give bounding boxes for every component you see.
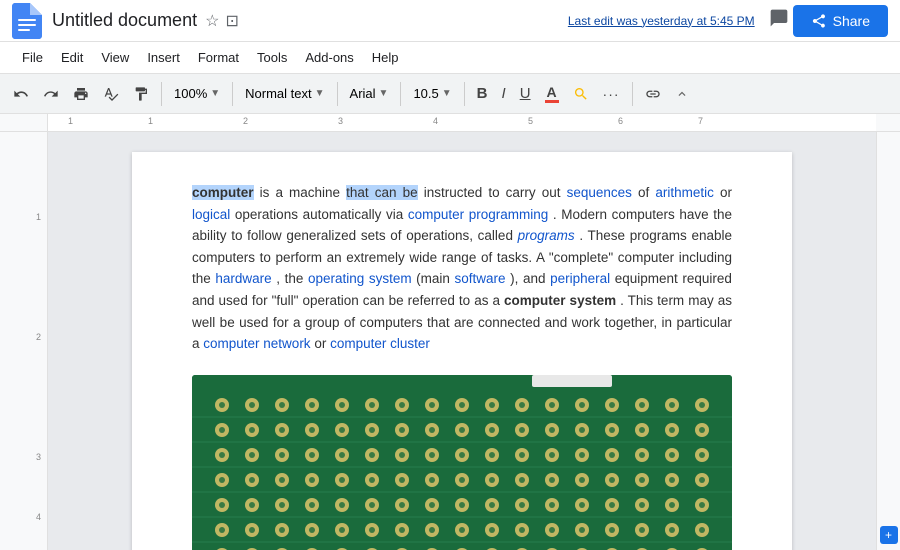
last-edit-label[interactable]: Last edit was yesterday at 5:45 PM (568, 14, 755, 28)
right-sidebar: + (876, 132, 900, 550)
folder-icon[interactable]: ⊡ (225, 11, 238, 31)
text-segment-3: of (638, 185, 655, 200)
left-margin: 1 2 3 4 (0, 132, 48, 550)
comment-button[interactable] (765, 4, 793, 38)
menu-insert[interactable]: Insert (139, 46, 188, 69)
text-segment-10: ), and (510, 271, 550, 286)
link-sequences[interactable]: sequences (567, 185, 632, 200)
size-chevron: ▼ (442, 88, 452, 99)
bold-computer-system: computer system (504, 293, 616, 308)
text-segment-2: instructed to carry out (424, 185, 567, 200)
link-operating-system[interactable]: operating system (308, 271, 412, 286)
title-bar: Untitled document ☆ ⊡ Last edit was yest… (0, 0, 900, 42)
document-title[interactable]: Untitled document (52, 10, 197, 31)
ruler-container: 1 1 2 3 4 5 6 7 (0, 114, 900, 132)
underline-button[interactable]: U (515, 81, 536, 106)
text-segment-5: operations automatically via (235, 207, 408, 222)
size-dropdown[interactable]: 10.5 ▼ (408, 83, 456, 104)
menu-edit[interactable]: Edit (53, 46, 91, 69)
separator-1 (161, 82, 162, 106)
document-text[interactable]: computer is a machine that can be instru… (192, 182, 732, 355)
menu-addons[interactable]: Add-ons (297, 46, 361, 69)
star-icon[interactable]: ☆ (205, 11, 219, 31)
link-programs[interactable]: programs (518, 228, 575, 243)
share-button[interactable]: Share (793, 5, 888, 37)
main-area: 1 2 3 4 computer is a machine that can b… (0, 132, 900, 550)
link-peripheral[interactable]: peripheral (550, 271, 610, 286)
style-chevron: ▼ (315, 88, 325, 99)
ruler: 1 1 2 3 4 5 6 7 (48, 114, 876, 131)
separator-4 (400, 82, 401, 106)
menu-file[interactable]: File (14, 46, 51, 69)
redo-button[interactable] (38, 82, 64, 106)
ruler-right (876, 114, 900, 131)
separator-3 (337, 82, 338, 106)
text-segment-9: (main (416, 271, 454, 286)
title-actions: ☆ ⊡ (205, 11, 239, 31)
separator-2 (232, 82, 233, 106)
selected-text: that can be (346, 185, 417, 200)
italic-programs: programs (518, 228, 575, 243)
font-color-indicator: A (545, 85, 559, 103)
link-logical[interactable]: logical (192, 207, 230, 222)
ruler-side (0, 114, 48, 131)
corner-navigation-button[interactable]: + (880, 526, 898, 544)
style-dropdown[interactable]: Normal text ▼ (240, 83, 329, 104)
circuit-board-svg: 001 (192, 375, 732, 550)
spellcheck-button[interactable] (98, 82, 124, 106)
link-computer-cluster[interactable]: computer cluster (330, 336, 430, 351)
highlighted-word: computer (192, 185, 254, 200)
text-segment-8: , the (276, 271, 308, 286)
text-segment-4: or (720, 185, 732, 200)
insert-link-button[interactable] (640, 82, 666, 106)
menu-view[interactable]: View (93, 46, 137, 69)
link-hardware[interactable]: hardware (215, 271, 271, 286)
menu-format[interactable]: Format (190, 46, 247, 69)
paint-format-button[interactable] (128, 82, 154, 106)
text-segment-1: is a machine (260, 185, 340, 200)
zoom-dropdown[interactable]: 100% ▼ (169, 83, 225, 104)
docs-icon (12, 3, 42, 39)
separator-6 (632, 82, 633, 106)
link-software[interactable]: software (455, 271, 506, 286)
separator-5 (464, 82, 465, 106)
menu-tools[interactable]: Tools (249, 46, 295, 69)
link-computer-programming[interactable]: computer programming (408, 207, 548, 222)
text-segment-13: or (314, 336, 330, 351)
link-computer-network[interactable]: computer network (203, 336, 310, 351)
zoom-chevron: ▼ (210, 88, 220, 99)
undo-button[interactable] (8, 82, 34, 106)
document-scroll[interactable]: computer is a machine that can be instru… (48, 132, 876, 550)
chevron-up-button[interactable] (670, 83, 694, 105)
print-button[interactable] (68, 82, 94, 106)
highlight-button[interactable] (568, 82, 594, 106)
italic-button[interactable]: I (497, 81, 511, 106)
toolbar: 100% ▼ Normal text ▼ Arial ▼ 10.5 ▼ B I … (0, 74, 900, 114)
document-page: computer is a machine that can be instru… (132, 152, 792, 550)
font-color-button[interactable]: A (540, 81, 564, 107)
bold-button[interactable]: B (472, 81, 493, 106)
menu-bar: File Edit View Insert Format Tools Add-o… (0, 42, 900, 74)
menu-help[interactable]: Help (364, 46, 407, 69)
share-label: Share (833, 13, 870, 29)
font-dropdown[interactable]: Arial ▼ (345, 83, 394, 104)
link-arithmetic[interactable]: arithmetic (655, 185, 714, 200)
more-button[interactable]: ··· (598, 82, 625, 106)
circuit-board-image: 001 (192, 375, 732, 550)
font-chevron: ▼ (379, 88, 389, 99)
